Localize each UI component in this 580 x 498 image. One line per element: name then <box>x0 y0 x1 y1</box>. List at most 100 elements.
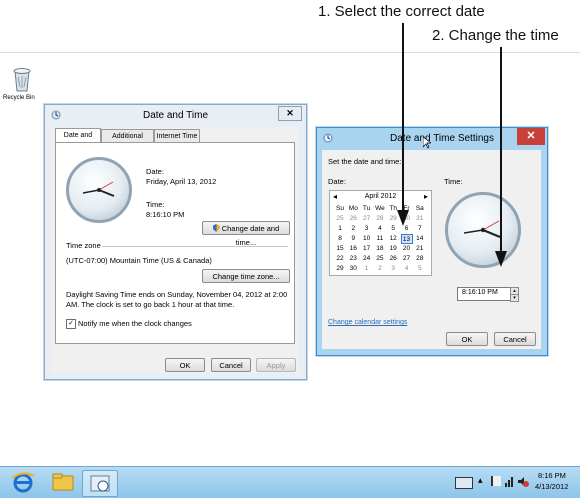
calendar-weekday: Tu <box>362 205 371 212</box>
calendar-day[interactable]: 12 <box>387 234 399 244</box>
calendar-day[interactable]: 23 <box>347 254 359 264</box>
calendar-day[interactable]: 17 <box>361 244 373 254</box>
calendar-day[interactable]: 26 <box>387 254 399 264</box>
internet-explorer-icon[interactable] <box>6 470 40 495</box>
calendar-weekday: We <box>375 205 385 212</box>
ok-button[interactable]: OK <box>165 358 205 372</box>
callout-arrow-2-line <box>500 47 502 253</box>
calendar-day[interactable]: 16 <box>347 244 359 254</box>
change-calendar-settings-link[interactable]: Change calendar settings <box>328 319 407 326</box>
calendar-month-label[interactable]: April 2012 <box>330 193 431 200</box>
settings-close-button[interactable]: ✕ <box>517 128 545 145</box>
calendar-day[interactable]: 26 <box>347 214 359 224</box>
calendar-weekday: Su <box>336 205 344 212</box>
flag-icon[interactable] <box>491 476 501 486</box>
calendar-day[interactable]: 31 <box>414 214 426 224</box>
timezone-divider <box>102 246 288 247</box>
calendar-day[interactable]: 22 <box>334 254 346 264</box>
tab-internet-time[interactable]: Internet Time <box>154 129 200 142</box>
settings-titlebar[interactable]: Date and Time Settings ✕ <box>317 128 547 150</box>
calendar-day[interactable]: 10 <box>361 234 373 244</box>
change-date-time-button[interactable]: Change date and time... <box>202 221 290 247</box>
keyboard-icon[interactable] <box>455 477 473 489</box>
calendar-day[interactable]: 8 <box>334 234 346 244</box>
calendar-day[interactable]: 27 <box>401 254 413 264</box>
calendar-day[interactable]: 15 <box>334 244 346 254</box>
notify-checkbox[interactable]: ✓ <box>66 319 76 329</box>
calendar-day[interactable]: 7 <box>414 224 426 234</box>
uac-shield-icon <box>212 224 220 232</box>
calendar: ◂ April 2012 ▸ Su Mo Tu We Th Fr Sa 25 26 27 28 29 3… <box>329 190 432 276</box>
calendar-day[interactable]: 14 <box>414 234 426 244</box>
calendar-day[interactable]: 29 <box>334 264 346 274</box>
change-timezone-button[interactable]: Change time zone... <box>202 269 290 283</box>
tab-additional-clocks[interactable]: Additional Clocks <box>101 129 154 153</box>
calendar-day[interactable]: 20 <box>401 244 413 254</box>
date-time-app-icon[interactable] <box>82 470 118 497</box>
date-and-time-dialog: Date and Time ✕ Date and Time Additional… <box>44 104 307 380</box>
calendar-next-button[interactable]: ▸ <box>424 192 428 201</box>
time-value: 8:16:10 PM <box>146 210 185 219</box>
date-label: Date: <box>146 167 164 176</box>
file-explorer-icon[interactable] <box>46 470 80 495</box>
apply-button[interactable]: Apply <box>256 358 296 372</box>
calendar-day[interactable]: 19 <box>387 244 399 254</box>
close-button[interactable]: ✕ <box>278 106 302 121</box>
calendar-day-selected[interactable]: 13 <box>400 234 413 244</box>
settings-app-icon <box>323 133 333 143</box>
callout-step2: 2. Change the time <box>432 27 559 44</box>
recycle-bin-icon[interactable] <box>9 65 35 95</box>
settings-title: Date and Time Settings <box>390 133 494 144</box>
volume-icon[interactable] <box>517 476 529 489</box>
calendar-day[interactable]: 18 <box>374 244 386 254</box>
time-spinner[interactable]: 8:16:10 PM <box>457 287 511 301</box>
calendar-day[interactable]: 3 <box>361 224 373 234</box>
calendar-day[interactable]: 21 <box>414 244 426 254</box>
settings-instruction: Set the date and time: <box>328 157 402 166</box>
calendar-day[interactable]: 1 <box>334 224 346 234</box>
calendar-day[interactable]: 28 <box>414 254 426 264</box>
settings-body: Set the date and time: Date: Time: ◂ Apr… <box>322 150 541 349</box>
calendar-day[interactable]: 24 <box>361 254 373 264</box>
calendar-day[interactable]: 1 <box>361 264 373 274</box>
calendar-day[interactable]: 3 <box>387 264 399 274</box>
calendar-day[interactable]: 25 <box>374 254 386 264</box>
callout-arrow-2-head <box>495 251 507 269</box>
cancel-button[interactable]: Cancel <box>211 358 251 372</box>
network-icon[interactable] <box>504 476 514 489</box>
tab-content: Date: Friday, April 13, 2012 Time: 8:16:… <box>55 142 295 344</box>
dst-notice: Daylight Saving Time ends on Sunday, Nov… <box>66 290 288 309</box>
taskbar: ▴ 8:16 PM 4/13/2012 <box>0 466 580 498</box>
change-date-time-label: Change date and time... <box>221 224 280 247</box>
time-spin-down-icon[interactable]: ▾ <box>510 294 519 302</box>
dialog-body: Date and Time Additional Clocks Internet… <box>51 127 298 373</box>
settings-time-label: Time: <box>444 177 463 186</box>
date-time-settings-dialog: Date and Time Settings ✕ Set the date an… <box>316 127 548 356</box>
calendar-day[interactable]: 11 <box>374 234 386 244</box>
calendar-weekday: Sa <box>415 205 424 212</box>
date-and-time-titlebar[interactable]: Date and Time ✕ <box>45 105 306 127</box>
calendar-day[interactable]: 25 <box>334 214 346 224</box>
time-label: Time: <box>146 200 165 209</box>
calendar-day[interactable]: 5 <box>414 264 426 274</box>
calendar-weekday: Mo <box>348 205 358 212</box>
taskbar-clock-time[interactable]: 8:16 PM <box>538 471 566 480</box>
settings-analog-clock <box>445 192 521 268</box>
calendar-day[interactable]: 30 <box>347 264 359 274</box>
taskbar-clock-date[interactable]: 4/13/2012 <box>535 482 568 491</box>
calendar-day[interactable]: 4 <box>401 264 413 274</box>
timezone-heading: Time zone <box>66 241 101 250</box>
settings-ok-button[interactable]: OK <box>446 332 488 346</box>
calendar-day[interactable]: 2 <box>347 224 359 234</box>
timezone-value: (UTC-07:00) Mountain Time (US & Canada) <box>66 256 212 265</box>
calendar-day[interactable]: 27 <box>361 214 373 224</box>
calendar-day[interactable]: 28 <box>374 214 386 224</box>
settings-cancel-button[interactable]: Cancel <box>494 332 536 346</box>
calendar-day[interactable]: 2 <box>374 264 386 274</box>
calendar-day[interactable]: 4 <box>374 224 386 234</box>
tray-arrow-icon[interactable]: ▴ <box>478 475 483 486</box>
tab-date-and-time[interactable]: Date and Time <box>55 128 101 152</box>
time-spinner-value[interactable]: 8:16:10 PM <box>462 289 498 296</box>
calendar-grid: Su Mo Tu We Th Fr Sa 25 26 27 28 29 30 31 1 2 3 4 5 6 7 8 9 10 1… <box>334 204 428 274</box>
calendar-day[interactable]: 9 <box>347 234 359 244</box>
